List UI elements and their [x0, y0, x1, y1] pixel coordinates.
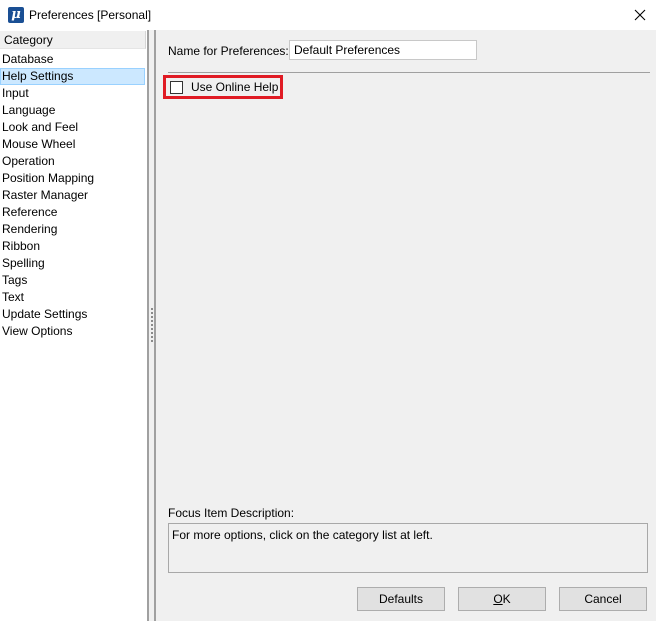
category-item-help-settings[interactable]: Help Settings: [0, 68, 145, 85]
category-item-operation[interactable]: Operation: [0, 153, 147, 170]
ok-label-rest: K: [502, 592, 511, 606]
preferences-name-label: Name for Preferences:: [168, 44, 289, 58]
close-icon: [634, 9, 646, 21]
category-item-reference[interactable]: Reference: [0, 204, 147, 221]
category-panel: Category Database Help Settings Input Langu…: [0, 30, 147, 621]
category-item-ribbon[interactable]: Ribbon: [0, 238, 147, 255]
microstation-icon: μ: [8, 7, 24, 23]
splitter-grip-icon: [151, 308, 153, 342]
checkbox-box[interactable]: [170, 80, 183, 94]
category-item-spelling[interactable]: Spelling: [0, 255, 147, 272]
category-item-update-settings[interactable]: Update Settings: [0, 306, 147, 323]
ok-mnemonic: O: [493, 592, 503, 606]
category-item-view-options[interactable]: View Options: [0, 323, 147, 340]
category-list: Database Help Settings Input Language Look a…: [0, 51, 147, 340]
category-item-look-and-feel[interactable]: Look and Feel: [0, 119, 147, 136]
use-online-help-checkbox[interactable]: Use Online Help: [170, 79, 278, 95]
category-item-tags[interactable]: Tags: [0, 272, 147, 289]
title-bar: μ Preferences [Personal]: [0, 0, 656, 30]
category-item-input[interactable]: Input: [0, 85, 147, 102]
category-item-position-mapping[interactable]: Position Mapping: [0, 170, 147, 187]
category-item-rendering[interactable]: Rendering: [0, 221, 147, 238]
ok-button[interactable]: OK: [458, 587, 546, 611]
defaults-button[interactable]: Defaults: [357, 587, 445, 611]
category-header[interactable]: Category: [0, 31, 146, 49]
settings-panel: Name for Preferences: Use Online Help Fo…: [156, 30, 656, 621]
category-item-database[interactable]: Database: [0, 51, 147, 68]
preferences-name-input[interactable]: [289, 40, 477, 60]
category-item-mouse-wheel[interactable]: Mouse Wheel: [0, 136, 147, 153]
cancel-button[interactable]: Cancel: [559, 587, 647, 611]
category-item-raster-manager[interactable]: Raster Manager: [0, 187, 147, 204]
divider: [168, 72, 650, 73]
window-title: Preferences [Personal]: [29, 8, 152, 22]
focus-description-label: Focus Item Description:: [168, 506, 295, 520]
preferences-dialog: μ Preferences [Personal] Category Databa…: [0, 0, 656, 621]
category-item-text[interactable]: Text: [0, 289, 147, 306]
focus-description-box: For more options, click on the category …: [168, 523, 648, 573]
use-online-help-label: Use Online Help: [191, 80, 279, 94]
category-item-language[interactable]: Language: [0, 102, 147, 119]
pane-splitter[interactable]: [147, 30, 156, 621]
close-button[interactable]: [624, 0, 656, 30]
